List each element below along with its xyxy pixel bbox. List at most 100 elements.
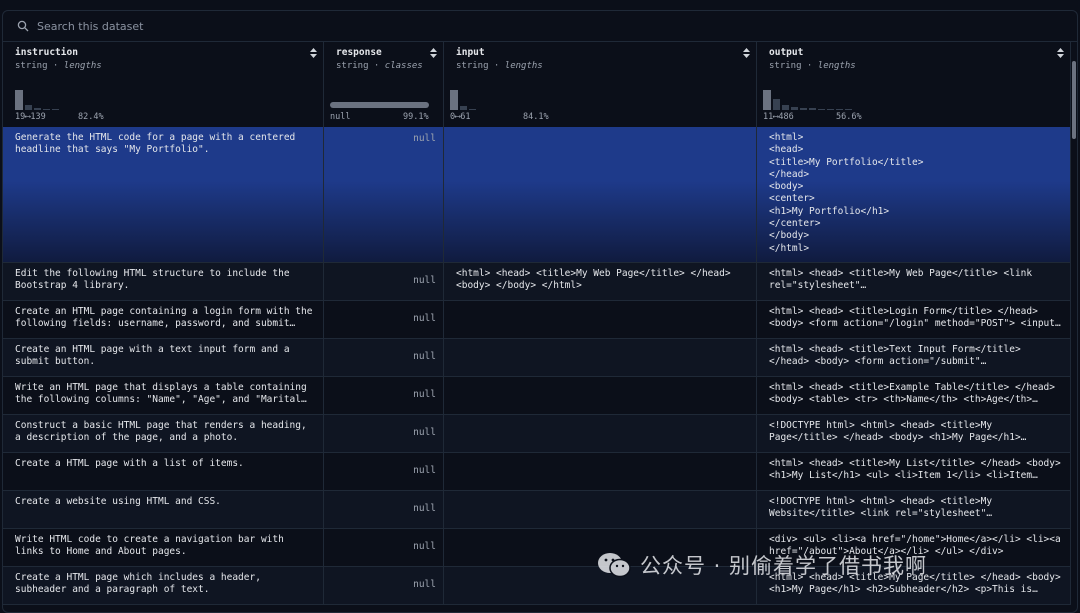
histogram-bar[interactable] <box>34 108 41 110</box>
search-input[interactable] <box>37 19 337 33</box>
cell-output[interactable]: <html> <head> <title>My List</title> </h… <box>757 453 1071 490</box>
histogram-bar[interactable] <box>791 107 798 110</box>
instruction-text: Construct a basic HTML page that renders… <box>15 420 307 444</box>
table-row[interactable]: Create an HTML page with a text input fo… <box>3 339 1071 377</box>
search-bar[interactable] <box>3 11 1077 42</box>
column-header-response[interactable]: response string · classes null 99.1% <box>324 42 444 127</box>
output-text: <html> <head> <title>Example Table</titl… <box>769 382 1055 406</box>
cell-input[interactable]: <html> <head> <title>My Web Page</title>… <box>444 263 757 300</box>
histogram-bar[interactable] <box>43 109 50 110</box>
cell-input[interactable] <box>444 127 757 262</box>
column-type: string · classes <box>336 61 423 71</box>
cell-response[interactable]: null <box>324 377 444 414</box>
histogram-bar[interactable] <box>15 90 23 110</box>
cell-output[interactable]: <!DOCTYPE html> <html> <head> <title>My … <box>757 415 1071 452</box>
histogram-bar[interactable] <box>845 109 852 110</box>
histogram-bar[interactable] <box>827 109 834 110</box>
cell-input[interactable] <box>444 491 757 528</box>
histogram-bar[interactable] <box>836 109 843 110</box>
output-text: <html> <head> <title>Text Input Form</ti… <box>769 344 1021 368</box>
cell-response[interactable]: null <box>324 453 444 490</box>
length-histogram <box>15 85 59 110</box>
histogram-bar[interactable] <box>782 105 789 110</box>
cell-instruction[interactable]: Create a website using HTML and CSS. <box>3 491 324 528</box>
cell-instruction[interactable]: Write HTML code to create a navigation b… <box>3 529 324 566</box>
cell-response[interactable]: null <box>324 415 444 452</box>
column-header-output[interactable]: output string · lengths 11⟷486 56.6% <box>757 42 1071 127</box>
scrollbar-thumb[interactable] <box>1072 61 1076 139</box>
instruction-text: Create a HTML page with a list of items. <box>15 458 244 469</box>
cell-instruction[interactable]: Create an HTML page containing a login f… <box>3 301 324 338</box>
cell-input[interactable] <box>444 453 757 490</box>
histogram-bar[interactable] <box>450 90 458 110</box>
column-type: string · lengths <box>769 61 856 71</box>
cell-response[interactable]: null <box>324 491 444 528</box>
instruction-text: Write HTML code to create a navigation b… <box>15 534 284 558</box>
cell-response[interactable]: null <box>324 263 444 300</box>
histogram-bar[interactable] <box>460 106 467 110</box>
table-row[interactable]: Create an HTML page containing a login f… <box>3 301 1071 339</box>
cell-response[interactable]: null <box>324 529 444 566</box>
cell-output[interactable]: <html> <head> <title>My Portfolio</title… <box>757 127 1071 262</box>
histogram-bar[interactable] <box>469 109 476 110</box>
cell-input[interactable] <box>444 301 757 338</box>
histogram-bar[interactable] <box>52 109 59 110</box>
histogram-bar[interactable] <box>763 90 771 110</box>
cell-instruction[interactable]: Create an HTML page with a text input fo… <box>3 339 324 376</box>
histogram-bar[interactable] <box>800 108 807 110</box>
instruction-text: Create an HTML page with a text input fo… <box>15 344 290 368</box>
instruction-text: Edit the following HTML structure to inc… <box>15 268 290 292</box>
input-text: <html> <head> <title>My Web Page</title>… <box>456 268 731 292</box>
cell-instruction[interactable]: Write an HTML page that displays a table… <box>3 377 324 414</box>
cell-output[interactable]: <html> <head> <title>My Web Page</title>… <box>757 263 1071 300</box>
instruction-text: Create a website using HTML and CSS. <box>15 496 221 507</box>
cell-output[interactable]: <!DOCTYPE html> <html> <head> <title>My … <box>757 491 1071 528</box>
cell-instruction[interactable]: Edit the following HTML structure to inc… <box>3 263 324 300</box>
table-row[interactable]: Write an HTML page that displays a table… <box>3 377 1071 415</box>
column-header-input[interactable]: input string · lengths 0⟷61 84.1% <box>444 42 757 127</box>
length-histogram <box>450 85 476 110</box>
cell-input[interactable] <box>444 339 757 376</box>
output-text: <html> <head> <title>Login Form</title> … <box>769 306 1061 330</box>
cell-output[interactable]: <html> <head> <title>Text Input Form</ti… <box>757 339 1071 376</box>
cell-response[interactable]: null <box>324 567 444 604</box>
cell-input[interactable] <box>444 377 757 414</box>
cell-response[interactable]: null <box>324 339 444 376</box>
response-text: null <box>413 503 436 515</box>
sort-icon[interactable] <box>430 48 437 58</box>
histogram-bar[interactable] <box>25 105 32 110</box>
output-text: <!DOCTYPE html> <html> <head> <title>My … <box>769 496 993 520</box>
histogram-bar[interactable] <box>809 108 816 110</box>
cell-response[interactable]: null <box>324 301 444 338</box>
column-name: response <box>336 47 382 58</box>
cell-instruction[interactable]: Create a HTML page which includes a head… <box>3 567 324 604</box>
sort-icon[interactable] <box>310 48 317 58</box>
sort-icon[interactable] <box>1057 48 1064 58</box>
percentage: 82.4% <box>78 112 104 122</box>
response-text: null <box>413 579 436 591</box>
output-text: <html> <head> <title>My List</title> </h… <box>769 458 1061 482</box>
table-row[interactable]: Create a website using HTML and CSS. null… <box>3 491 1071 529</box>
cell-instruction[interactable]: Create a HTML page with a list of items. <box>3 453 324 490</box>
cell-input[interactable] <box>444 415 757 452</box>
watermark-text: 公众号 · 别偷着学了借书我啊 <box>640 554 928 578</box>
instruction-text: Create an HTML page containing a login f… <box>15 306 313 330</box>
histogram-bar[interactable] <box>773 99 780 110</box>
cell-output[interactable]: <html> <head> <title>Login Form</title> … <box>757 301 1071 338</box>
length-histogram <box>763 85 852 110</box>
length-range: 0⟷61 <box>450 112 471 122</box>
table-row[interactable]: Generate the HTML code for a page with a… <box>3 127 1071 263</box>
cell-instruction[interactable]: Generate the HTML code for a page with a… <box>3 127 324 262</box>
cell-response[interactable]: null <box>324 127 444 262</box>
cell-output[interactable]: <html> <head> <title>Example Table</titl… <box>757 377 1071 414</box>
cell-instruction[interactable]: Construct a basic HTML page that renders… <box>3 415 324 452</box>
percentage: 99.1% <box>403 112 429 122</box>
sort-icon[interactable] <box>743 48 750 58</box>
histogram-bar[interactable] <box>818 109 825 110</box>
table-row[interactable]: Edit the following HTML structure to inc… <box>3 263 1071 301</box>
column-header-instruction[interactable]: instruction string · lengths 19⟷139 82.4… <box>3 42 324 127</box>
table-row[interactable]: Construct a basic HTML page that renders… <box>3 415 1071 453</box>
table-row[interactable]: Create a HTML page with a list of items.… <box>3 453 1071 491</box>
response-text: null <box>413 351 436 363</box>
class-bar[interactable] <box>330 102 429 108</box>
